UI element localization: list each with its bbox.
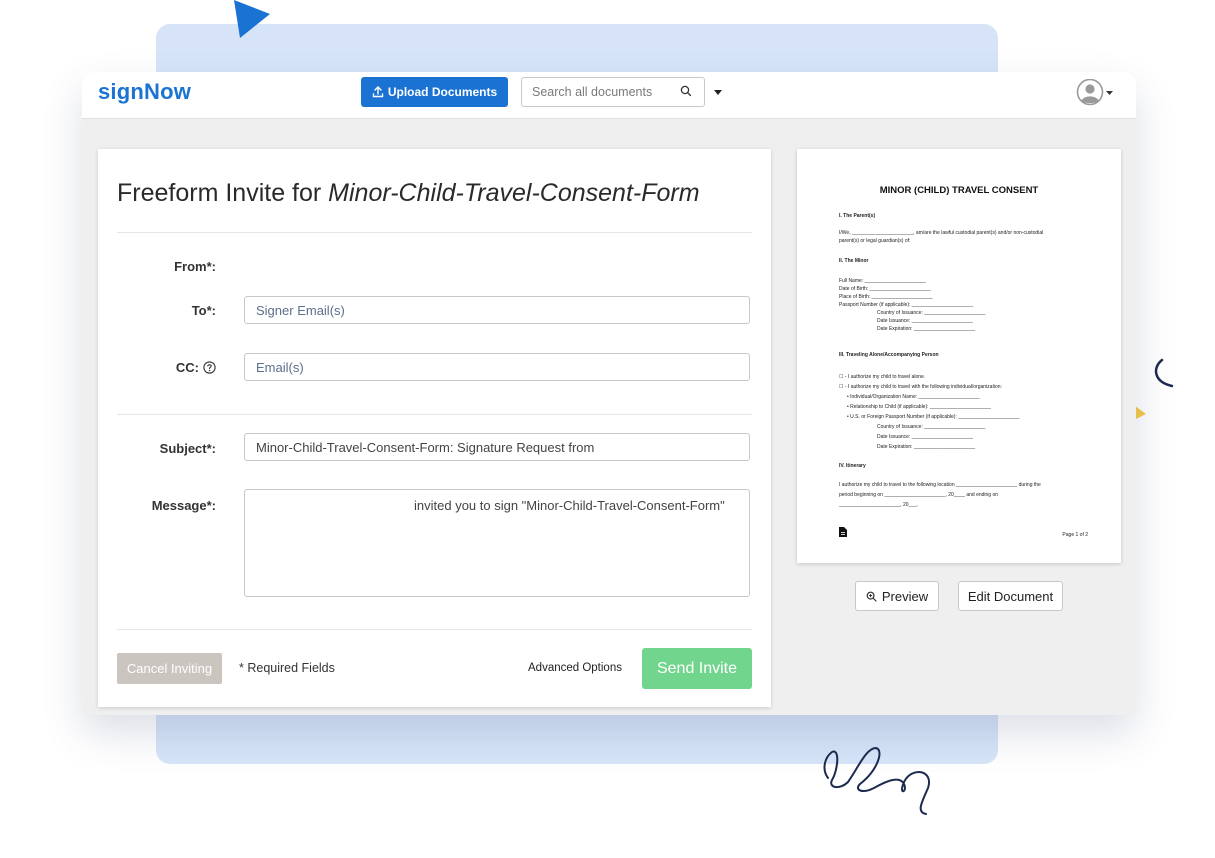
document-line: Date Issuance: ______________________ bbox=[877, 434, 973, 440]
signnow-logo[interactable]: signNow bbox=[98, 79, 191, 105]
cc-label-group: CC: bbox=[176, 360, 216, 375]
signature-scribble-decoration bbox=[823, 746, 931, 815]
to-label: To*: bbox=[191, 303, 216, 318]
cancel-inviting-button[interactable]: Cancel Inviting bbox=[117, 653, 222, 684]
curve-decoration bbox=[1154, 358, 1174, 388]
subject-label: Subject*: bbox=[159, 441, 216, 456]
document-title: MINOR (CHILD) TRAVEL CONSENT bbox=[879, 185, 1039, 196]
divider bbox=[117, 629, 752, 630]
message-label: Message*: bbox=[151, 498, 216, 513]
upload-documents-label: Upload Documents bbox=[387, 85, 498, 99]
document-line: ☐ - I authorize my child to travel alone… bbox=[839, 374, 926, 380]
document-line: Date Expiration: ______________________ bbox=[877, 326, 976, 332]
document-line: Country of Issuance: ___________________… bbox=[877, 424, 986, 430]
upload-documents-button[interactable]: Upload Documents bbox=[361, 77, 508, 107]
divider bbox=[117, 414, 752, 415]
document-line: IV. Itinerary bbox=[839, 463, 866, 469]
document-line: ☐ - I authorize my child to travel with … bbox=[839, 384, 1002, 390]
file-icon bbox=[839, 527, 847, 537]
send-invite-button[interactable]: Send Invite bbox=[642, 648, 752, 689]
document-line: Place of Birth: ______________________ bbox=[839, 294, 933, 300]
avatar-icon bbox=[1076, 78, 1113, 106]
document-line: III. Traveling Alone/Accompanying Person bbox=[839, 352, 939, 358]
cc-label: CC: bbox=[175, 360, 199, 375]
search-box[interactable] bbox=[521, 77, 705, 107]
document-line: • U.S. or Foreign Passport Number (if ap… bbox=[847, 414, 1020, 420]
message-text: invited you to sign "Minor-Child-Travel-… bbox=[414, 498, 725, 513]
cc-email-input[interactable] bbox=[244, 353, 750, 381]
message-textarea[interactable]: invited you to sign "Minor-Child-Travel-… bbox=[244, 489, 750, 597]
title-document-name: Minor-Child-Travel-Consent-Form bbox=[328, 179, 700, 207]
document-line: Passport Number (if applicable): _______… bbox=[839, 302, 973, 308]
upload-icon bbox=[372, 86, 384, 98]
required-fields-note: * Required Fields bbox=[239, 661, 335, 675]
document-line: I authorize my child to travel to the fo… bbox=[839, 482, 1041, 488]
title-prefix: Freeform Invite for bbox=[117, 179, 329, 207]
document-line: Date Expiration: ______________________ bbox=[877, 444, 976, 450]
document-line: period beginning on ____________________… bbox=[839, 492, 999, 498]
preview-label: Preview bbox=[881, 588, 929, 604]
document-line: Full Name: ______________________ bbox=[839, 278, 926, 284]
subject-input[interactable] bbox=[244, 433, 750, 461]
page-number: Page 1 of 2 bbox=[1062, 532, 1088, 538]
preview-button[interactable]: Preview bbox=[855, 581, 939, 611]
document-line: parent(s) or legal guardian(s) of: bbox=[839, 238, 911, 244]
help-icon[interactable] bbox=[203, 361, 216, 374]
divider bbox=[117, 232, 752, 233]
search-input[interactable] bbox=[532, 83, 672, 101]
top-navigation-bar: signNow Upload Documents bbox=[82, 72, 1136, 119]
user-avatar[interactable] bbox=[1076, 78, 1116, 112]
search-options-chevron-down-icon[interactable] bbox=[714, 90, 722, 96]
from-label: From*: bbox=[174, 259, 216, 274]
document-thumbnail[interactable]: MINOR (CHILD) TRAVEL CONSENT I. The Pare… bbox=[797, 149, 1121, 563]
search-icon[interactable] bbox=[680, 85, 692, 97]
document-line: ______________________, 20___. bbox=[839, 502, 919, 508]
to-email-input[interactable] bbox=[244, 296, 750, 324]
edit-document-button[interactable]: Edit Document bbox=[958, 581, 1063, 611]
document-line: II. The Minor bbox=[839, 258, 869, 264]
page-title: Freeform Invite for Minor-Child-Travel-C… bbox=[117, 179, 700, 208]
document-line: I/We, ______________________, am/are the… bbox=[839, 230, 1044, 236]
document-line: Date of Birth: ______________________ bbox=[839, 286, 931, 292]
advanced-options-link[interactable]: Advanced Options bbox=[528, 662, 622, 674]
document-line: Country of Issuance: ___________________… bbox=[877, 310, 986, 316]
document-line: Date Issuance: ______________________ bbox=[877, 318, 973, 324]
document-line: • Relationship to Child (if applicable):… bbox=[847, 404, 992, 410]
invite-form-card: Freeform Invite for Minor-Child-Travel-C… bbox=[98, 149, 771, 707]
blue-triangle-decoration bbox=[234, 0, 270, 38]
app-window: signNow Upload Documents Search all docu… bbox=[82, 72, 1136, 715]
zoom-icon bbox=[866, 591, 877, 602]
document-line: • Individual/Organization Name: ________… bbox=[847, 394, 980, 400]
document-line: I. The Parent(s) bbox=[839, 213, 876, 219]
